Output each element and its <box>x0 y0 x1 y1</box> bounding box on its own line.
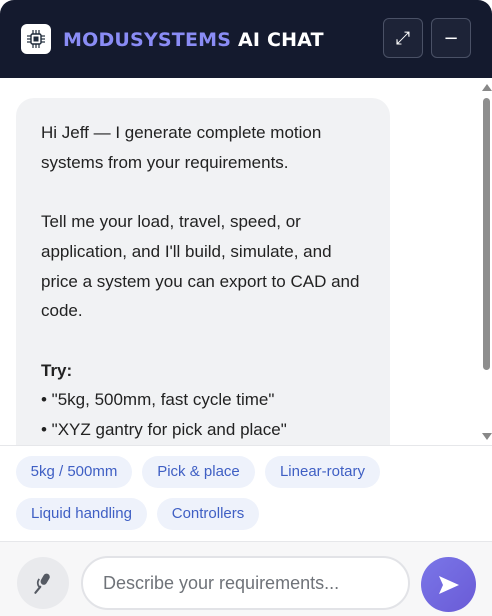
scroll-up-arrow-icon[interactable] <box>482 84 492 91</box>
chip-5kg-500mm[interactable]: 5kg / 500mm <box>16 456 132 488</box>
suggestion-chips: 5kg / 500mm Pick & place Linear-rotary L… <box>0 445 492 541</box>
expand-icon: ⤢ <box>395 27 411 49</box>
example-item: • "5kg, 500mm, fast cycle time" <box>41 390 275 410</box>
greeting-text: Hi Jeff — I generate complete motion sys… <box>41 123 322 172</box>
try-label: Try: <box>41 360 73 380</box>
microphone-button[interactable] <box>17 557 69 609</box>
chip-liquid-handling[interactable]: Liquid handling <box>16 498 147 530</box>
send-icon <box>438 575 459 594</box>
minimize-icon: − <box>443 27 459 49</box>
send-button[interactable] <box>421 557 476 612</box>
chip-pick-and-place[interactable]: Pick & place <box>142 456 255 488</box>
requirements-input[interactable] <box>81 556 410 610</box>
circuit-chip-icon <box>21 24 51 54</box>
assistant-message: Hi Jeff — I generate complete motion sys… <box>16 98 390 445</box>
chat-header: MODUSYSTEMS AI CHAT ⤢ − <box>0 0 492 78</box>
title-suffix: AI CHAT <box>237 29 324 51</box>
minimize-button[interactable]: − <box>431 18 471 58</box>
chat-title: MODUSYSTEMS AI CHAT <box>63 27 324 53</box>
composer <box>0 541 492 616</box>
microphone-icon <box>34 573 50 594</box>
message-list[interactable]: Hi Jeff — I generate complete motion sys… <box>0 78 492 445</box>
expand-button[interactable]: ⤢ <box>383 18 423 58</box>
chip-controllers[interactable]: Controllers <box>157 498 259 530</box>
scroll-thumb[interactable] <box>483 98 490 370</box>
example-item: • "XYZ gantry for pick and place" <box>41 420 287 439</box>
chip-linear-rotary[interactable]: Linear-rotary <box>265 456 380 488</box>
brand-name: MODUSYSTEMS <box>63 29 232 51</box>
instructions-text: Tell me your load, travel, speed, or app… <box>41 212 360 321</box>
message-scrollbar[interactable] <box>480 84 492 440</box>
scroll-down-arrow-icon[interactable] <box>482 433 492 440</box>
